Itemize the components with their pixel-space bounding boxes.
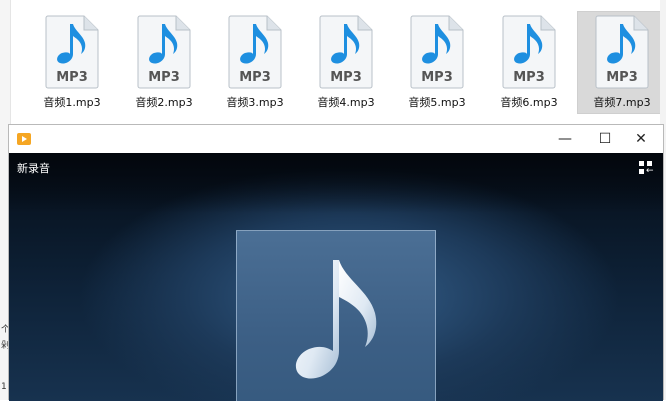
file-name: 音频7.mp3: [593, 96, 651, 109]
mp3-file-icon: MP3: [502, 15, 556, 89]
file-name: 音频6.mp3: [500, 96, 558, 109]
file-item[interactable]: MP3 音频4.mp3: [302, 12, 390, 112]
file-type-badge: MP3: [421, 70, 453, 85]
mp3-file-icon: MP3: [319, 15, 373, 89]
mp3-file-icon: MP3: [410, 15, 464, 89]
minimize-button[interactable]: —: [545, 125, 585, 153]
file-name: 音频4.mp3: [317, 96, 375, 109]
file-name: 音频2.mp3: [135, 96, 193, 109]
media-player-icon: [17, 133, 31, 145]
file-name: 音频3.mp3: [226, 96, 284, 109]
file-item[interactable]: MP3 音频5.mp3: [393, 12, 481, 112]
nav-fragment: 1: [1, 382, 7, 392]
now-playing-area: 新录音 ←: [9, 153, 663, 401]
mp3-file-icon: MP3: [137, 15, 191, 89]
file-item[interactable]: MP3 音频6.mp3: [485, 12, 573, 112]
mp3-file-icon: MP3: [45, 15, 99, 89]
file-item[interactable]: MP3 音频3.mp3: [211, 12, 299, 112]
file-item[interactable]: MP3 音频1.mp3: [28, 12, 116, 112]
maximize-button[interactable]: ☐: [585, 125, 625, 153]
mp3-file-icon: MP3: [595, 15, 649, 89]
file-item[interactable]: MP3 音频7.mp3: [577, 11, 666, 114]
file-type-badge: MP3: [56, 70, 88, 85]
close-button[interactable]: ✕: [621, 125, 661, 153]
media-player-window[interactable]: — ☐ ✕ 新录音 ←: [8, 124, 664, 401]
title-bar[interactable]: — ☐ ✕: [9, 125, 663, 153]
file-name: 音频1.mp3: [43, 96, 101, 109]
recording-title: 新录音: [17, 162, 50, 175]
mp3-file-icon: MP3: [228, 15, 282, 89]
music-note-icon: [295, 260, 377, 379]
file-type-badge: MP3: [513, 70, 545, 85]
file-type-badge: MP3: [239, 70, 271, 85]
file-type-badge: MP3: [148, 70, 180, 85]
file-explorer: MP3 音频1.mp3 MP3 音频2.mp3 MP3 音频3.mp3 MP3 音频4.mp3…: [0, 0, 666, 118]
album-art: [236, 230, 436, 401]
file-item[interactable]: MP3 音频2.mp3: [120, 12, 208, 112]
file-name: 音频5.mp3: [408, 96, 466, 109]
playlist-toggle-icon[interactable]: ←: [639, 161, 654, 176]
file-type-badge: MP3: [606, 70, 638, 85]
file-type-badge: MP3: [330, 70, 362, 85]
